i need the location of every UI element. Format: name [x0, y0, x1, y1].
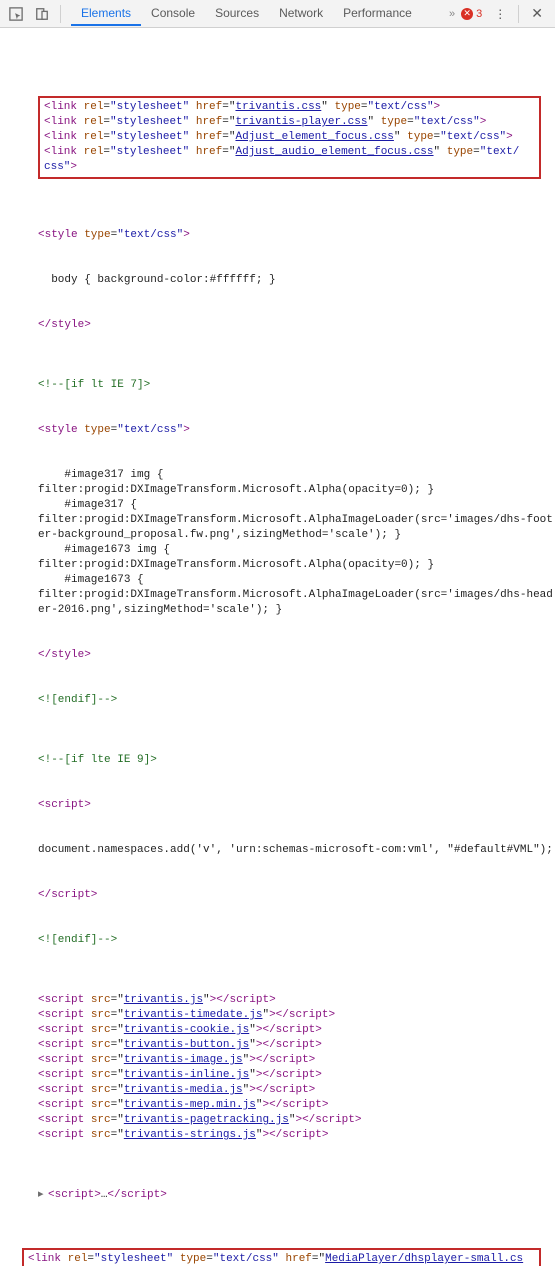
code-line[interactable]: document.namespaces.add('v', 'urn:schema… [14, 843, 555, 858]
tab-sources[interactable]: Sources [205, 2, 269, 26]
code-line[interactable]: <script src="trivantis-media.js"></scrip… [14, 1083, 555, 1098]
code-line[interactable]: <link rel="stylesheet" href="trivantis.c… [44, 100, 535, 115]
error-count: 3 [476, 8, 482, 20]
elements-panel[interactable]: <link rel="stylesheet" href="trivantis.c… [0, 28, 555, 1266]
highlight-box-top: <link rel="stylesheet" href="trivantis.c… [38, 96, 541, 179]
code-line[interactable]: #image1673 img { [14, 543, 555, 558]
devtools-tabs: Elements Console Sources Network Perform… [65, 2, 443, 26]
code-line[interactable]: <style type="text/css"> [14, 423, 555, 438]
code-line-collapsed[interactable]: ▸<script>…</script> [14, 1188, 555, 1203]
tabs-overflow-button[interactable]: » [443, 8, 461, 20]
code-line[interactable]: <!--[if lte IE 9]> [14, 753, 555, 768]
code-line[interactable]: filter:progid:DXImageTransform.Microsoft… [14, 513, 555, 543]
code-line[interactable]: filter:progid:DXImageTransform.Microsoft… [14, 483, 555, 498]
code-line[interactable]: <script src="trivantis-strings.js"></scr… [14, 1128, 555, 1143]
code-line[interactable]: #image1673 { [14, 573, 555, 588]
code-line[interactable]: <script> [14, 798, 555, 813]
code-line[interactable]: </script> [14, 888, 555, 903]
code-line[interactable]: <link rel="stylesheet" href="trivantis-p… [44, 115, 535, 130]
kebab-menu-icon[interactable]: ⋮ [488, 7, 514, 21]
code-line[interactable]: <style type="text/css"> [14, 228, 555, 243]
device-mode-icon[interactable] [30, 2, 54, 26]
code-line[interactable]: <script src="trivantis-pagetracking.js">… [14, 1113, 555, 1128]
tab-console[interactable]: Console [141, 2, 205, 26]
code-line[interactable]: <script src="trivantis-mep.min.js"></scr… [14, 1098, 555, 1113]
error-icon: ✕ [461, 8, 473, 20]
code-line[interactable]: <![endif]--> [14, 933, 555, 948]
inspect-icon[interactable] [4, 2, 28, 26]
tab-network[interactable]: Network [269, 2, 333, 26]
code-line[interactable]: filter:progid:DXImageTransform.Microsoft… [14, 588, 555, 618]
code-line[interactable]: <![endif]--> [14, 693, 555, 708]
code-line[interactable]: <link rel="stylesheet" href="Adjust_audi… [44, 145, 535, 175]
close-icon[interactable]: ✕ [523, 5, 551, 22]
code-line[interactable]: <script src="trivantis-cookie.js"></scri… [14, 1023, 555, 1038]
code-line[interactable]: <script src="trivantis-inline.js"></scri… [14, 1068, 555, 1083]
code-line[interactable]: #image317 img { [14, 468, 555, 483]
toolbar-separator [518, 5, 519, 23]
code-line[interactable]: </style> [14, 318, 555, 333]
highlight-box-bottom: <link rel="stylesheet" type="text/css" h… [22, 1248, 541, 1266]
tab-performance[interactable]: Performance [333, 2, 422, 26]
tab-elements[interactable]: Elements [71, 2, 141, 26]
toolbar-separator [60, 5, 61, 23]
code-line[interactable]: <link rel="stylesheet" type="text/css" h… [28, 1252, 535, 1266]
code-line[interactable]: <script src="trivantis-timedate.js"></sc… [14, 1008, 555, 1023]
code-line[interactable]: filter:progid:DXImageTransform.Microsoft… [14, 558, 555, 573]
code-line[interactable]: </style> [14, 648, 555, 663]
devtools-toolbar: Elements Console Sources Network Perform… [0, 0, 555, 28]
code-line[interactable]: <script src="trivantis.js"></script> [14, 993, 555, 1008]
code-line[interactable]: #image317 { [14, 498, 555, 513]
code-line[interactable]: body { background-color:#ffffff; } [14, 273, 555, 288]
code-line[interactable]: <script src="trivantis-button.js"></scri… [14, 1038, 555, 1053]
code-line[interactable]: <script src="trivantis-image.js"></scrip… [14, 1053, 555, 1068]
code-line[interactable]: <link rel="stylesheet" href="Adjust_elem… [44, 130, 535, 145]
code-line[interactable]: <!--[if lt IE 7]> [14, 378, 555, 393]
error-indicator[interactable]: ✕ 3 [461, 8, 482, 20]
